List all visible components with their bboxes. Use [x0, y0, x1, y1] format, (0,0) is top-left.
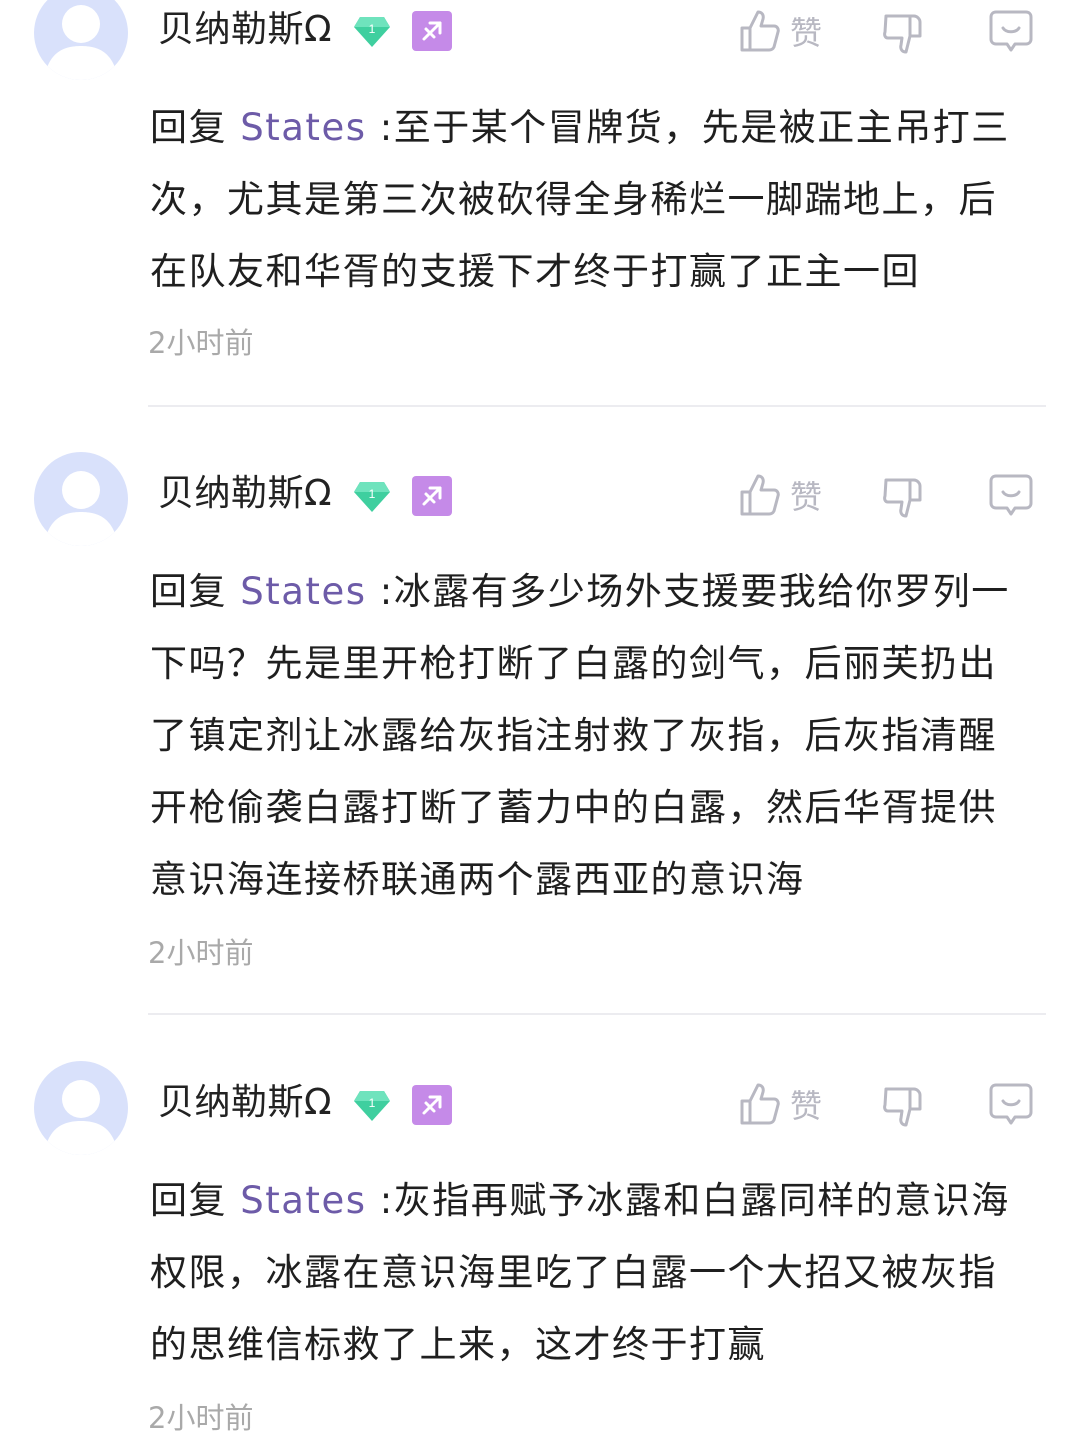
like-label: 赞	[790, 14, 823, 52]
gem-level-icon: 1	[354, 17, 390, 47]
thumbs-down-icon[interactable]	[880, 10, 926, 56]
default-avatar-icon	[44, 1080, 118, 1155]
thumbs-up-icon	[740, 10, 780, 52]
like-button[interactable]: 赞	[738, 1081, 822, 1127]
avatar[interactable]	[34, 452, 128, 546]
mention-link[interactable]: States	[240, 1179, 366, 1222]
reply-separator: :	[366, 1179, 394, 1222]
reply-prefix: 回复	[150, 1179, 227, 1222]
avatar[interactable]	[34, 1061, 128, 1155]
level-number: 1	[369, 22, 376, 36]
comment-bubble-icon[interactable]	[988, 8, 1034, 54]
thumbs-down-icon[interactable]	[880, 1083, 926, 1129]
username[interactable]: 贝纳勒斯Ω	[158, 8, 332, 52]
reply-separator: :	[366, 570, 394, 613]
level-number: 1	[369, 487, 376, 501]
comment-body: 冰露有多少场外支援要我给你罗列一下吗？先是里开枪打断了白露的剑气，后丽芙扔出了镇…	[150, 570, 1010, 901]
like-button[interactable]: 赞	[738, 472, 822, 518]
divider	[148, 405, 1046, 407]
divider	[148, 1013, 1046, 1015]
thumbs-up-icon	[740, 474, 780, 516]
comment-text: 回复 States :至于某个冒牌货，先是被正主吊打三次，尤其是第三次被砍得全身…	[150, 92, 1030, 308]
comment-bubble-icon[interactable]	[988, 1081, 1034, 1127]
like-button[interactable]: 赞	[738, 8, 822, 54]
reply-separator: :	[366, 106, 394, 149]
mention-link[interactable]: States	[240, 106, 366, 149]
mention-link[interactable]: States	[240, 570, 366, 613]
like-label: 赞	[790, 1087, 823, 1125]
like-label: 赞	[790, 478, 823, 516]
gem-level-icon: 1	[354, 482, 390, 512]
thumbs-up-icon	[740, 1083, 780, 1125]
timestamp: 2小时前	[148, 936, 254, 970]
avatar[interactable]	[34, 0, 128, 80]
reply-prefix: 回复	[150, 106, 227, 149]
sagittarius-icon	[412, 1085, 452, 1125]
thumbs-down-icon[interactable]	[880, 474, 926, 520]
gem-level-icon: 1	[354, 1091, 390, 1121]
default-avatar-icon	[44, 5, 118, 80]
username[interactable]: 贝纳勒斯Ω	[158, 1081, 332, 1125]
timestamp: 2小时前	[148, 1401, 254, 1435]
comment-bubble-icon[interactable]	[988, 472, 1034, 518]
default-avatar-icon	[44, 471, 118, 546]
comment-text: 回复 States :灰指再赋予冰露和白露同样的意识海权限，冰露在意识海里吃了白…	[150, 1165, 1030, 1381]
comment-text: 回复 States :冰露有多少场外支援要我给你罗列一下吗？先是里开枪打断了白露…	[150, 556, 1030, 916]
level-number: 1	[369, 1096, 376, 1110]
sagittarius-icon	[412, 476, 452, 516]
reply-prefix: 回复	[150, 570, 227, 613]
sagittarius-icon	[412, 11, 452, 51]
username[interactable]: 贝纳勒斯Ω	[158, 472, 332, 516]
timestamp: 2小时前	[148, 326, 254, 360]
